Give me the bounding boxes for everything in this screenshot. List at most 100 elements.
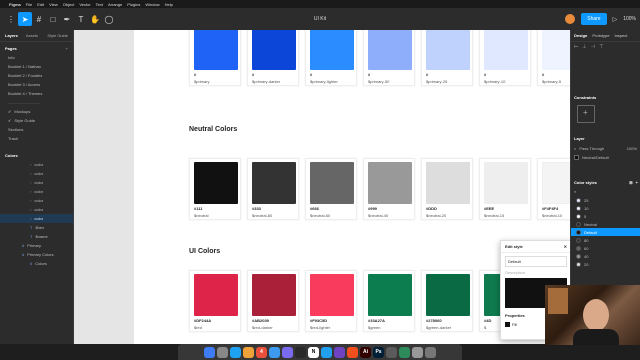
color-style-item[interactable]: 25 <box>571 196 640 204</box>
canvas[interactable]: # $primary # $primary-darker # $primary-light… <box>74 30 570 344</box>
dock-app-icon[interactable] <box>204 346 215 358</box>
color-swatch-card[interactable]: #DDD $neutral-20 <box>421 158 473 220</box>
color-swatch[interactable] <box>426 30 470 70</box>
align-center-icon[interactable]: ⊥ <box>582 44 586 50</box>
page-item[interactable]: Mockups <box>0 107 73 116</box>
color-swatch[interactable] <box>484 30 528 70</box>
dock-app-icon[interactable] <box>347 346 358 358</box>
menu-plugins[interactable]: Plugins <box>127 2 140 7</box>
blend-mode[interactable]: Pass Through <box>579 146 604 151</box>
color-swatch-card[interactable]: # $primary-lighter <box>305 30 357 86</box>
frame-tool-icon[interactable]: # <box>32 12 46 26</box>
tab-inspect[interactable]: Inspect <box>614 33 627 38</box>
style-name-input[interactable]: Default <box>505 256 567 267</box>
layer-opacity[interactable]: 100% <box>627 146 637 151</box>
color-style-item[interactable]: Neutral <box>571 220 640 228</box>
color-swatch-card[interactable]: #666 $neutral-60 <box>305 158 357 220</box>
page-item[interactable]: Style Guide <box>0 116 73 125</box>
layer-row[interactable]: # Primary <box>0 241 73 250</box>
dock-app-icon[interactable] <box>282 346 293 358</box>
page-selector[interactable]: Style Guide <box>47 33 68 38</box>
page-item[interactable]: Booklet 4 / Themes <box>0 89 73 98</box>
color-swatch[interactable] <box>542 162 570 204</box>
menu-vector[interactable]: Vector <box>79 2 90 7</box>
text-tool-icon[interactable]: T <box>74 12 88 26</box>
color-swatch-card[interactable]: # $primary-5 <box>537 30 570 86</box>
color-swatch-card[interactable]: # $primary <box>189 30 241 86</box>
dock-app-icon[interactable] <box>321 346 332 358</box>
dock-app-icon[interactable]: Ai <box>360 346 371 358</box>
layer-row[interactable]: T $name <box>0 232 73 241</box>
color-swatch[interactable] <box>368 274 412 316</box>
dock-app-icon[interactable] <box>230 346 241 358</box>
move-tool-icon[interactable]: ➤ <box>18 12 32 26</box>
style-description-input[interactable]: Description <box>505 270 567 275</box>
color-swatch[interactable] <box>310 162 354 204</box>
dock-app-icon[interactable] <box>386 346 397 358</box>
tab-assets[interactable]: Assets <box>26 33 38 38</box>
color-swatch[interactable] <box>252 274 296 316</box>
share-button[interactable]: Share <box>581 13 607 25</box>
color-style-item[interactable]: 40 <box>571 252 640 260</box>
menu-text[interactable]: Text <box>96 2 103 7</box>
add-style-icon[interactable]: + <box>636 180 638 185</box>
color-swatch-card[interactable]: #33A27A $green <box>363 270 415 332</box>
color-swatch[interactable] <box>194 30 238 70</box>
close-icon[interactable]: ✕ <box>564 244 567 249</box>
layer-row[interactable]: ▫ color <box>0 187 73 196</box>
layer-row[interactable]: ▫ color <box>0 169 73 178</box>
shape-tool-icon[interactable]: □ <box>46 12 60 26</box>
color-style-item[interactable]: 10 <box>571 204 640 212</box>
color-swatch-card[interactable]: #AB2039 $red-darker <box>247 270 299 332</box>
tab-design[interactable]: Design <box>574 33 587 38</box>
layer-row[interactable]: ▫ color <box>0 205 73 214</box>
menu-window[interactable]: Window <box>145 2 159 7</box>
color-swatch-card[interactable]: #F93C5D $red-lighter <box>305 270 357 332</box>
layer-row[interactable]: # Primary Colors <box>0 250 73 259</box>
color-swatch[interactable] <box>542 30 570 70</box>
add-page-icon[interactable]: + <box>66 46 68 51</box>
color-swatch-card[interactable]: # $primary-darker <box>247 30 299 86</box>
color-swatch-card[interactable]: # $primary-50 <box>363 30 415 86</box>
hand-tool-icon[interactable]: ✋ <box>88 12 102 26</box>
page-item[interactable]: ———————— <box>0 98 73 107</box>
dock-app-icon[interactable] <box>295 346 306 358</box>
dock-app-icon[interactable] <box>243 346 254 358</box>
tab-prototype[interactable]: Prototype <box>592 33 609 38</box>
grid-view-icon[interactable]: ⊞ <box>629 180 632 185</box>
layer-row[interactable]: # Colors <box>0 259 73 268</box>
menu-edit[interactable]: Edit <box>37 2 44 7</box>
align-left-icon[interactable]: ⊢ <box>574 44 578 50</box>
present-icon[interactable]: ▷ <box>613 16 618 23</box>
color-swatch-card[interactable]: #EEE $neutral-15 <box>479 158 531 220</box>
constraints-widget[interactable] <box>577 105 595 123</box>
color-style-item[interactable]: 80 <box>571 236 640 244</box>
dock-app-icon[interactable]: N <box>308 346 319 358</box>
color-swatch[interactable] <box>252 162 296 204</box>
color-swatch[interactable] <box>368 162 412 204</box>
color-swatch[interactable] <box>194 274 238 316</box>
color-swatch-card[interactable]: #DF244A $red <box>189 270 241 332</box>
color-swatch[interactable] <box>194 162 238 204</box>
color-swatch[interactable] <box>252 30 296 70</box>
color-style-item[interactable]: 60 <box>571 244 640 252</box>
menu-object[interactable]: Object <box>63 2 75 7</box>
menu-view[interactable]: View <box>49 2 58 7</box>
menu-file[interactable]: File <box>26 2 32 7</box>
fill-style-row[interactable]: Neutral/Default <box>571 153 640 162</box>
menu-arrange[interactable]: Arrange <box>108 2 122 7</box>
fill-swatch[interactable] <box>505 322 510 327</box>
layer-row[interactable]: ▫ color <box>0 160 73 169</box>
fill-style-name[interactable]: Neutral/Default <box>582 155 609 160</box>
menubar-app-name[interactable]: Figma <box>9 2 21 7</box>
tab-layers[interactable]: Layers <box>5 33 18 38</box>
dock-app-icon[interactable] <box>425 346 436 358</box>
dock-app-icon[interactable]: Ps <box>373 346 384 358</box>
page-item[interactable]: Booklet 1 / Nathan <box>0 62 73 71</box>
color-swatch-card[interactable]: #111 $neutral <box>189 158 241 220</box>
layer-row[interactable]: ▫ color <box>0 214 73 223</box>
color-swatch[interactable] <box>426 162 470 204</box>
page-item[interactable]: Trash <box>0 134 73 143</box>
search-row[interactable]: ⌕ <box>571 187 640 196</box>
dock-app-icon[interactable] <box>334 346 345 358</box>
